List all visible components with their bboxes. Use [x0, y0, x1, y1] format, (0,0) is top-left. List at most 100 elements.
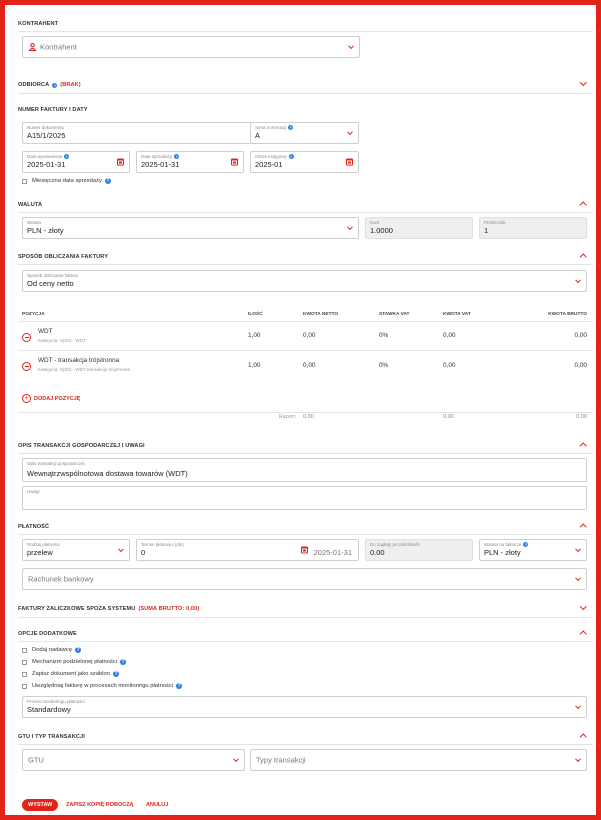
issue-date-value: 2025-01-31 — [27, 160, 66, 169]
issue-button[interactable]: Wystaw — [22, 799, 59, 811]
monthly-sale-checkbox[interactable] — [22, 179, 27, 184]
divider — [18, 264, 593, 265]
row-net: 0,00 — [303, 332, 316, 339]
remaining-value: 0.00 — [370, 548, 385, 557]
help-icon[interactable]: ? — [288, 125, 294, 130]
row-qty: 1,00 — [248, 332, 261, 339]
chevron-down-icon — [575, 575, 581, 582]
chevron-up-icon[interactable] — [579, 524, 586, 531]
calendar-icon[interactable] — [117, 158, 124, 166]
help-icon[interactable]: ? — [120, 659, 127, 665]
transaction-type-select[interactable]: Typy transakcji — [250, 749, 587, 771]
chevron-down-icon — [575, 703, 581, 710]
gtu-select[interactable]: GTU — [22, 749, 245, 771]
contractor-placeholder: Kontrahent — [40, 42, 77, 52]
series-select[interactable]: Seria numeracji? A — [250, 122, 359, 144]
additional-section-title: Opcje dodatkowe — [18, 631, 77, 637]
description-value: Wewnątrzwspólnotowa dostawa towarów (WDT… — [27, 469, 188, 478]
person-icon — [29, 43, 36, 51]
payment-method-select[interactable]: Rodzaj płatności przelew — [22, 539, 130, 561]
row-category: Kategoria: S(ZS) - WDT — [38, 338, 86, 343]
calendar-icon[interactable] — [346, 158, 353, 166]
divider — [18, 350, 593, 351]
description-label: Opis transakcji gospodarczej — [27, 461, 85, 466]
chevron-up-icon[interactable] — [579, 734, 586, 741]
payment-method-value: przelew — [27, 548, 53, 557]
help-icon[interactable]: ? — [176, 683, 183, 689]
totals-label: Razem: — [279, 414, 297, 420]
save-draft-button[interactable]: Zapisz kopię roboczą — [66, 802, 134, 808]
calendar-icon[interactable] — [231, 158, 238, 166]
advance-invoices-badge: (SUMA BRUTTO: 0,00) — [138, 606, 200, 612]
description-field[interactable]: Opis transakcji gospodarczej Wewnątrzwsp… — [22, 458, 587, 482]
row-vat-rate: 0% — [379, 362, 389, 369]
row-qty: 1,00 — [248, 362, 261, 369]
payment-term-field[interactable]: Termin płatności (dni) 0 2025-01-31 — [136, 539, 359, 561]
converter-value: 1 — [484, 226, 489, 235]
split-payment-label: Mechanizm podzielonej płatności? — [32, 659, 127, 665]
payment-term-value: 0 — [141, 548, 146, 557]
chevron-down-icon — [233, 756, 239, 763]
advance-invoices-section-title[interactable]: Faktury zaliczkowe spoza systemu (SUMA B… — [18, 606, 199, 612]
save-template-checkbox[interactable] — [22, 672, 27, 677]
chevron-down-icon — [348, 43, 354, 50]
period-field[interactable]: Okres księgowy? 2025-01 — [250, 151, 359, 173]
th-position: Pozycja — [22, 312, 45, 317]
transaction-section-title: GTU i typ transakcji — [18, 734, 85, 740]
calendar-icon[interactable] — [301, 546, 308, 554]
chevron-down-icon — [347, 129, 353, 136]
notes-field[interactable]: Uwagi — [22, 486, 587, 510]
recipient-section-title[interactable]: Odbiorca ? (BRAK) — [18, 82, 81, 88]
remove-icon[interactable] — [22, 333, 31, 342]
help-icon[interactable]: ? — [112, 671, 119, 677]
help-icon[interactable]: ? — [174, 154, 180, 159]
help-icon[interactable]: ? — [104, 178, 111, 184]
invoice-currency-select[interactable]: Waluta na fakturze? PLN - złoty — [479, 539, 587, 561]
payment-section-title: Płatność — [18, 524, 50, 530]
remove-icon[interactable] — [22, 362, 31, 371]
chevron-down-icon — [575, 277, 581, 284]
payment-method-label: Rodzaj płatności — [27, 542, 61, 547]
monitoring-process-select[interactable]: Proces monitoringu płatności Standardowy — [22, 696, 587, 718]
calculation-method-select[interactable]: Sposób obliczania faktury Od ceny netto — [22, 270, 587, 292]
transaction-type-placeholder: Typy transakcji — [256, 755, 306, 765]
divider — [18, 617, 593, 618]
calculation-method-value: Od ceny netto — [27, 279, 74, 288]
row-net: 0,00 — [303, 362, 316, 369]
chevron-up-icon[interactable] — [579, 443, 586, 450]
sale-date-value: 2025-01-31 — [141, 160, 180, 169]
row-vat-rate: 0% — [379, 332, 389, 339]
monthly-sale-label: Miesięczna data sprzedaży? — [32, 178, 111, 184]
help-icon[interactable]: ? — [288, 154, 294, 159]
split-payment-checkbox[interactable] — [22, 660, 27, 665]
sale-date-field[interactable]: Data sprzedaży? 2025-01-31 — [136, 151, 244, 173]
monitoring-checkbox[interactable] — [22, 684, 27, 689]
series-value: A — [255, 131, 261, 140]
bank-account-select[interactable]: Rachunek bankowy — [22, 568, 587, 590]
chevron-up-icon[interactable] — [579, 202, 586, 209]
notes-label: Uwagi — [27, 489, 40, 494]
currency-select[interactable]: Waluta PLN - złoty — [22, 217, 359, 239]
th-gross: Kwota brutto — [548, 312, 587, 317]
add-sender-label: Dodaj nadawcę? — [32, 647, 81, 653]
sale-date-label: Data sprzedaży? — [141, 154, 180, 159]
rate-value: 1.0000 — [370, 226, 393, 235]
chevron-up-icon[interactable] — [579, 254, 586, 261]
divider — [18, 321, 593, 322]
issue-date-field[interactable]: Data wystawienia? 2025-01-31 — [22, 151, 130, 173]
contractor-select[interactable]: Kontrahent — [22, 36, 360, 58]
chevron-up-icon[interactable] — [579, 631, 586, 638]
gtu-placeholder: GTU — [28, 755, 44, 765]
doc-number-field[interactable]: Numer dokumentu A15/1/2025 — [22, 122, 257, 144]
chevron-down-icon[interactable] — [579, 79, 586, 86]
cancel-button[interactable]: Anuluj — [146, 802, 168, 808]
help-icon[interactable]: ? — [64, 154, 70, 159]
invoice-currency-value: PLN - złoty — [484, 548, 521, 557]
divider — [18, 412, 593, 413]
totals-net: 0,00 — [303, 414, 314, 420]
add-sender-checkbox[interactable] — [22, 648, 27, 653]
chevron-down-icon[interactable] — [579, 603, 586, 610]
help-icon[interactable]: ? — [74, 647, 81, 653]
help-icon[interactable]: ? — [52, 82, 58, 88]
help-icon[interactable]: ? — [523, 542, 529, 547]
